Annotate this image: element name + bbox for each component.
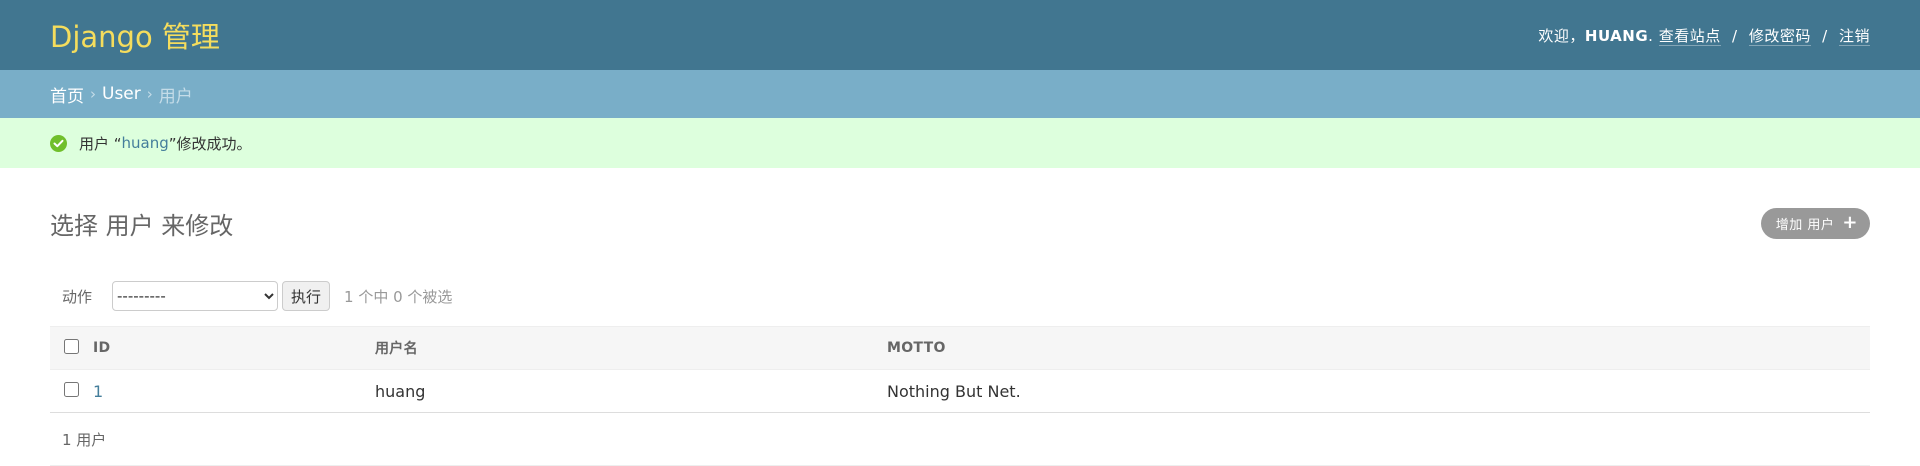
site-brand[interactable]: Django 管理 [50,14,220,56]
header: Django 管理 欢迎，HUANG. 查看站点 / 修改密码 / 注销 [0,0,1920,70]
breadcrumb-home[interactable]: 首页 [50,82,84,107]
breadcrumb-app[interactable]: User [102,84,141,104]
actions-label: 动作 [62,287,93,306]
page-title: 选择 用户 来修改 [50,211,234,240]
username: HUANG [1584,26,1649,45]
title-row: 选择 用户 来修改 增加 用户 + [50,168,1870,278]
go-button[interactable]: 执行 [282,281,331,311]
check-circle-icon [50,134,67,152]
column-header-motto[interactable]: MOTTO [886,326,1870,370]
cell-id: 1 [92,369,374,413]
breadcrumb-current: 用户 [158,86,193,107]
row-checkbox[interactable] [63,381,79,397]
plus-icon: + [1842,212,1858,233]
success-message: 用户 “huang ”修改成功。 [0,118,1920,168]
column-header-username[interactable]: 用户名 [374,326,886,370]
view-site-link[interactable]: 查看站点 [1658,26,1721,46]
message-object-link[interactable]: huang [122,134,169,152]
change-password-link[interactable]: 修改密码 [1748,26,1811,46]
paginator: 1 用户 [50,413,1870,466]
select-all-cell [50,326,92,370]
cell-motto: Nothing But Net. [886,369,1870,413]
table-row: 1 huang Nothing But Net. [50,369,1870,413]
actions-bar: 动作 --------- 执行 1 个中 0 个被选 [50,278,1870,314]
breadcrumb: 首页 › User › 用户 [0,70,1920,118]
row-id-link[interactable]: 1 [93,382,103,401]
logout-link[interactable]: 注销 [1838,26,1870,46]
welcome-text: 欢迎， [1538,26,1585,45]
results-table: ID 用户名 MOTTO 1 huang Nothing But Net. [50,326,1870,413]
cell-username: huang [374,369,886,413]
user-tools: 欢迎，HUANG. 查看站点 / 修改密码 / 注销 [1538,26,1870,46]
content: 选择 用户 来修改 增加 用户 + 动作 --------- 执行 1 个中 0… [0,168,1920,466]
column-header-id[interactable]: ID [92,326,374,370]
table-header-row: ID 用户名 MOTTO [50,326,1870,370]
select-all-checkbox[interactable] [63,338,79,354]
action-select[interactable]: --------- [112,281,279,311]
row-select-cell [50,369,92,413]
selection-counter: 1 个中 0 个被选 [344,287,453,306]
add-user-button[interactable]: 增加 用户 + [1760,207,1870,239]
